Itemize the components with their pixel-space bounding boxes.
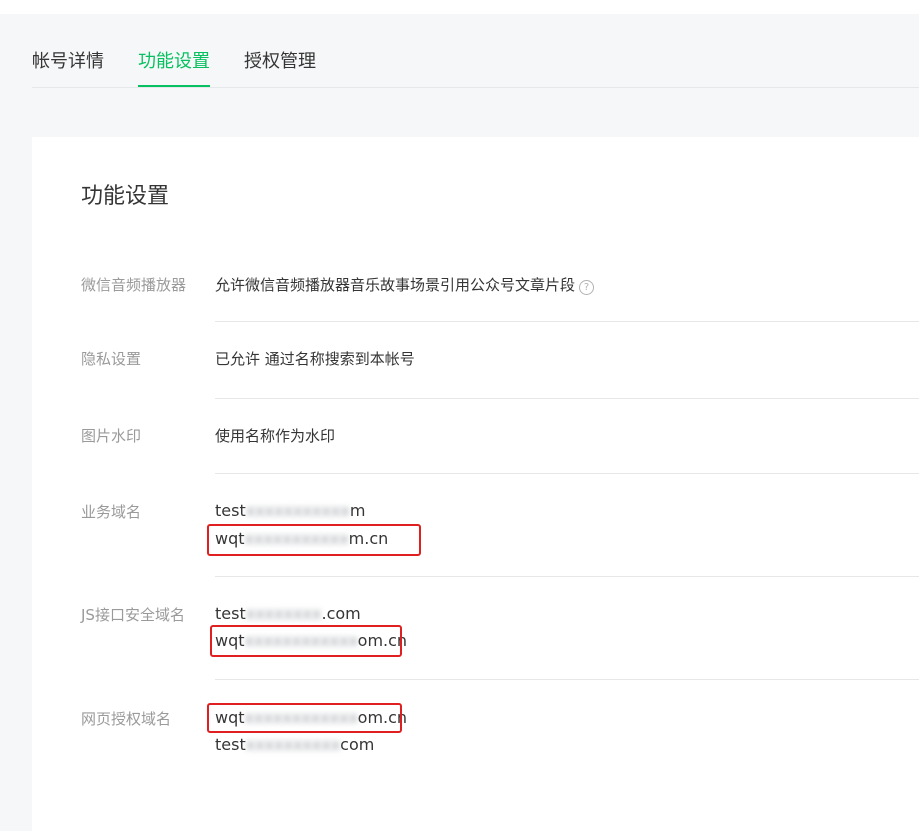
business-domain-label: 业务域名 <box>81 503 142 521</box>
masked-text: xxxxxxxx <box>245 604 322 623</box>
oauth-domain-label: 网页授权域名 <box>81 710 172 728</box>
watermark-label: 图片水印 <box>81 427 142 445</box>
audio-player-text: 允许微信音频播放器音乐故事场景引用公众号文章片段 <box>215 276 576 294</box>
tab-authorization-management[interactable]: 授权管理 <box>244 50 316 74</box>
tab-account-details[interactable]: 帐号详情 <box>32 50 104 74</box>
js-domain-item: testxxxxxxxx.com <box>215 603 361 625</box>
privacy-value: 已允许 通过名称搜索到本帐号 <box>215 350 415 368</box>
divider <box>215 398 919 399</box>
domain-suffix: m <box>349 501 366 520</box>
audio-player-value: 允许微信音频播放器音乐故事场景引用公众号文章片段? <box>215 275 595 295</box>
highlight-box <box>207 524 421 556</box>
audio-player-label: 微信音频播放器 <box>81 276 187 294</box>
divider <box>215 473 919 474</box>
help-icon[interactable]: ? <box>579 280 595 295</box>
business-domain-item: testxxxxxxxxxxxm <box>215 500 365 522</box>
masked-text: xxxxxxxxxxx <box>245 501 350 520</box>
tab-feature-settings[interactable]: 功能设置 <box>138 50 210 87</box>
oauth-domain-item: testxxxxxxxxxxcom <box>215 734 374 756</box>
js-domain-label: JS接口安全域名 <box>81 606 185 624</box>
top-strip <box>0 0 919 14</box>
highlight-box <box>207 703 402 733</box>
settings-card: 功能设置 微信音频播放器 允许微信音频播放器音乐故事场景引用公众号文章片段? 隐… <box>32 137 919 831</box>
domain-suffix: com <box>340 735 375 754</box>
watermark-value: 使用名称作为水印 <box>215 427 336 445</box>
highlight-box <box>210 625 402 657</box>
divider <box>215 321 919 322</box>
domain-prefix: test <box>215 501 246 520</box>
divider <box>215 576 919 577</box>
domain-prefix: test <box>215 735 246 754</box>
domain-suffix: .com <box>321 604 361 623</box>
card-title: 功能设置 <box>81 184 170 209</box>
masked-text: xxxxxxxxxx <box>245 735 341 754</box>
domain-prefix: test <box>215 604 246 623</box>
privacy-label: 隐私设置 <box>81 350 142 368</box>
divider <box>215 679 919 680</box>
tab-bar: 帐号详情 功能设置 授权管理 <box>32 36 919 88</box>
